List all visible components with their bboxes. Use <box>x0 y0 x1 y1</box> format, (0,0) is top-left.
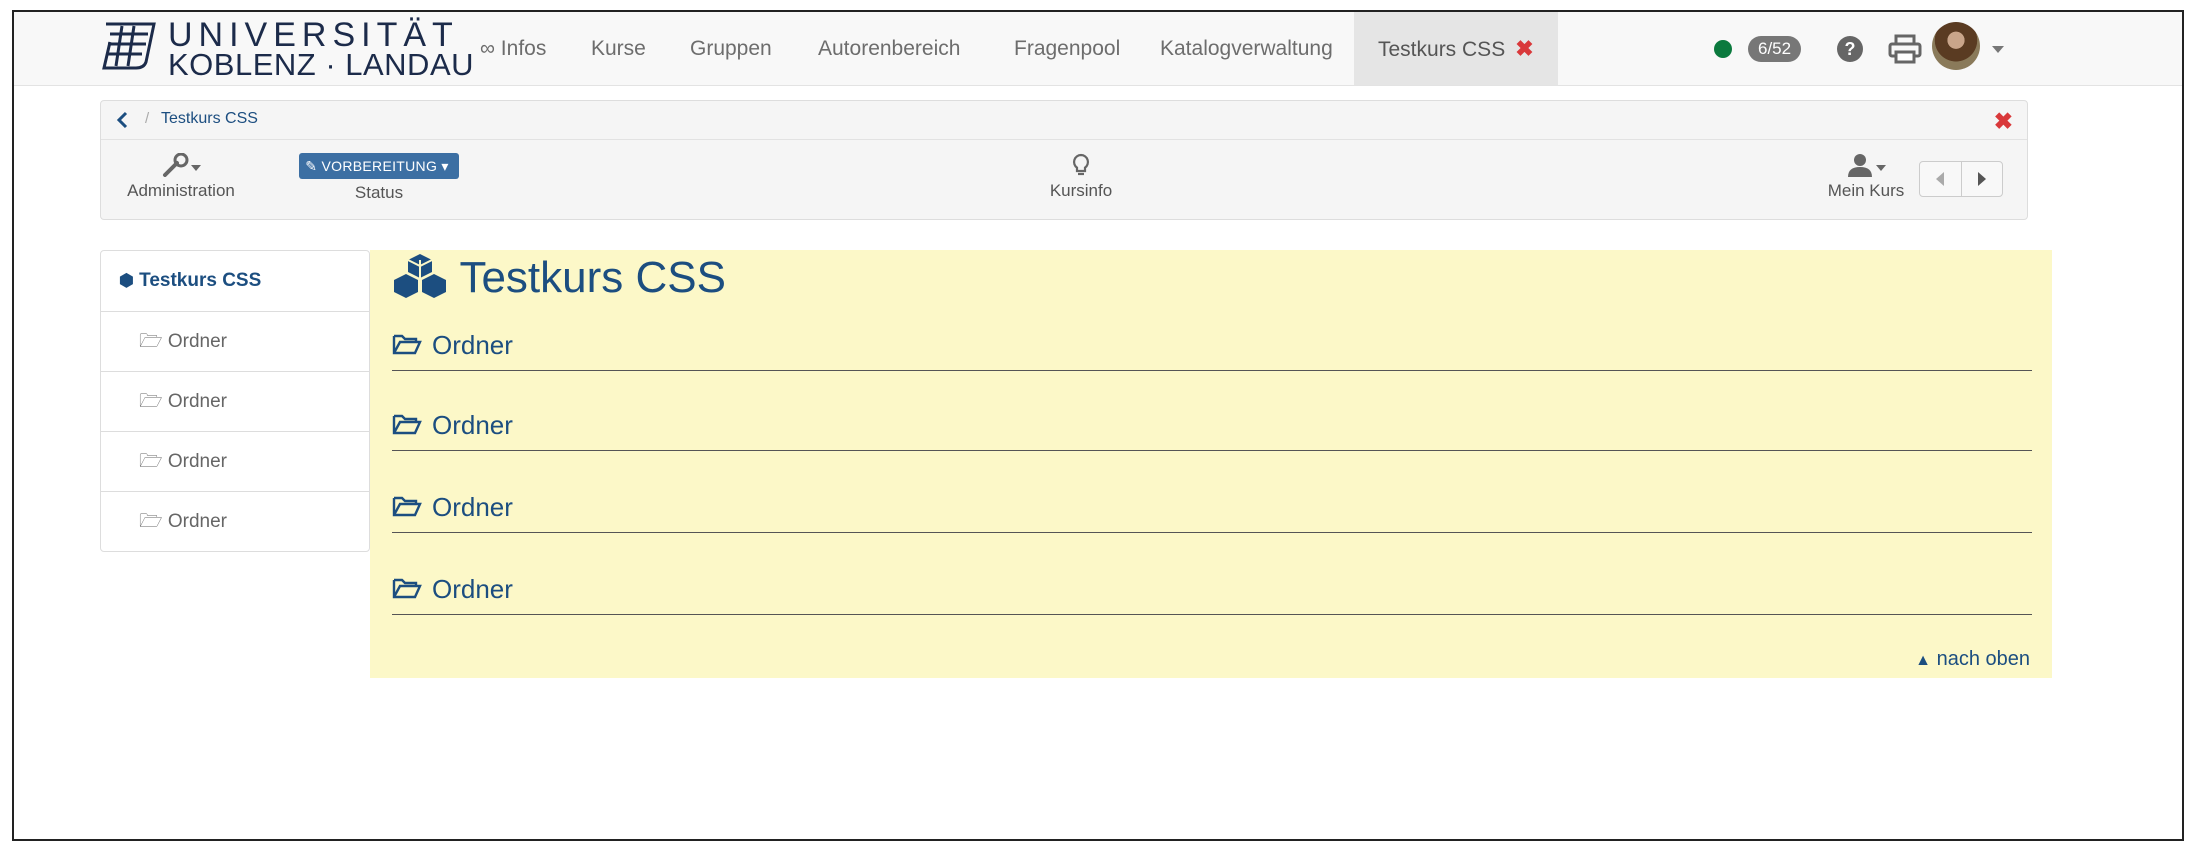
folder-row[interactable]: Ordner <box>392 310 2032 371</box>
page-title: Testkurs CSS <box>392 248 726 308</box>
status-label: Status <box>354 183 404 202</box>
logo-line2: KOBLENZ · LANDAU <box>168 47 475 82</box>
user-icon <box>1848 154 1886 177</box>
kursinfo-label: Kursinfo <box>1049 181 1113 200</box>
folder-open-icon <box>392 578 422 599</box>
folder-title[interactable]: Ordner <box>432 574 513 605</box>
nav-gruppen[interactable]: Gruppen <box>690 12 772 85</box>
folder-title[interactable]: Ordner <box>432 410 513 441</box>
page-title-text: Testkurs CSS <box>459 253 726 302</box>
folder-open-icon: 🗁 <box>139 511 163 532</box>
counter-badge[interactable]: 6/52 <box>1748 36 1802 62</box>
nav-fragenpool[interactable]: Fragenpool <box>1014 12 1120 85</box>
sidebar-item-label: Ordner <box>167 511 227 532</box>
avatar[interactable] <box>1932 22 1980 70</box>
sidebar-item-ordner[interactable]: 🗁 Ordner <box>101 432 369 492</box>
chevron-down-icon[interactable] <box>1992 46 2004 53</box>
browser-frame: UNIVERSITÄT KOBLENZ · LANDAU ∞ Infos Kur… <box>12 10 2184 841</box>
nav-tab-testkurs[interactable]: Testkurs CSS ✖ <box>1354 12 1558 85</box>
folder-open-icon: 🗁 <box>139 391 163 412</box>
logo-mark-icon <box>102 22 156 70</box>
folder-open-icon <box>392 496 422 517</box>
lightbulb-icon <box>1072 153 1090 176</box>
folder-title[interactable]: Ordner <box>432 330 513 361</box>
kursinfo-button[interactable]: Kursinfo <box>1001 153 1161 201</box>
sidebar-item-label: Ordner <box>167 391 227 412</box>
folder-title[interactable]: Ordner <box>432 492 513 523</box>
folder-row[interactable]: Ordner <box>392 554 2032 615</box>
sidebar-course-root[interactable]: ⬢ Testkurs CSS <box>101 251 369 312</box>
course-toolbar: / Testkurs CSS ✖ Administration ✎ VORBER… <box>100 100 2028 220</box>
caret-down-icon: ▾ <box>441 158 449 174</box>
administration-label: Administration <box>127 181 235 200</box>
wrench-icon <box>163 153 201 177</box>
print-icon[interactable] <box>1888 34 1922 64</box>
sidebar-item-ordner[interactable]: 🗁 Ordner <box>101 492 369 551</box>
sidebar-item-ordner[interactable]: 🗁 Ordner <box>101 312 369 372</box>
back-to-top-link[interactable]: ▲ nach oben <box>1915 648 2030 671</box>
cubes-icon <box>394 254 446 298</box>
svg-text:?: ? <box>1845 39 1856 59</box>
chevron-left-icon[interactable] <box>115 111 131 129</box>
mein-kurs-menu[interactable]: Mein Kurs <box>1821 153 1911 201</box>
pencil-icon: ✎ <box>305 158 318 174</box>
administration-menu[interactable]: Administration <box>121 153 241 201</box>
cube-icon: ⬢ <box>119 271 134 290</box>
status-button-label: VORBEREITUNG <box>321 158 438 174</box>
folder-open-icon: 🗁 <box>139 451 163 472</box>
mein-kurs-label: Mein Kurs <box>1827 181 1905 200</box>
university-logo[interactable]: UNIVERSITÄT KOBLENZ · LANDAU <box>96 16 476 82</box>
breadcrumb-current[interactable]: Testkurs CSS <box>161 110 258 128</box>
sidebar-item-ordner[interactable]: 🗁 Ordner <box>101 372 369 432</box>
course-content: Testkurs CSS Ordner Ordner Ordner Ordner… <box>370 250 2052 678</box>
folder-row[interactable]: Ordner <box>392 472 2032 533</box>
sidebar-item-label: Ordner <box>167 331 227 352</box>
folder-open-icon: 🗁 <box>139 331 163 352</box>
course-pager <box>1919 161 2003 197</box>
back-to-top-label: nach oben <box>1936 648 2030 670</box>
help-icon[interactable]: ? <box>1836 35 1864 63</box>
folder-row[interactable]: Ordner <box>392 390 2032 451</box>
course-sidebar: ⬢ Testkurs CSS 🗁 Ordner 🗁 Ordner 🗁 Ordne… <box>100 250 370 552</box>
nav-autorenbereich[interactable]: Autorenbereich <box>818 12 960 85</box>
sidebar-item-label: Ordner <box>167 451 227 472</box>
sidebar-title: Testkurs CSS <box>139 270 262 291</box>
chevron-up-icon: ▲ <box>1915 652 1932 669</box>
status-button[interactable]: ✎ VORBEREITUNG ▾ <box>299 153 459 179</box>
online-status-icon <box>1714 40 1732 58</box>
nav-infos[interactable]: ∞ Infos <box>480 12 546 85</box>
top-navbar: UNIVERSITÄT KOBLENZ · LANDAU ∞ Infos Kur… <box>14 12 2182 86</box>
nav-tab-label: Testkurs CSS <box>1378 38 1506 61</box>
folder-open-icon <box>392 414 422 435</box>
next-icon[interactable] <box>1962 162 2002 196</box>
prev-icon[interactable] <box>1920 162 1960 196</box>
breadcrumb: / Testkurs CSS ✖ <box>101 101 2027 140</box>
close-icon[interactable]: ✖ <box>1515 36 1533 61</box>
breadcrumb-separator: / <box>145 110 150 127</box>
folder-open-icon <box>392 334 422 355</box>
status-menu[interactable]: ✎ VORBEREITUNG ▾ Status <box>289 153 469 203</box>
nav-kurse[interactable]: Kurse <box>591 12 646 85</box>
close-course-icon[interactable]: ✖ <box>1994 108 2013 135</box>
nav-katalogverwaltung[interactable]: Katalogverwaltung <box>1160 12 1333 85</box>
